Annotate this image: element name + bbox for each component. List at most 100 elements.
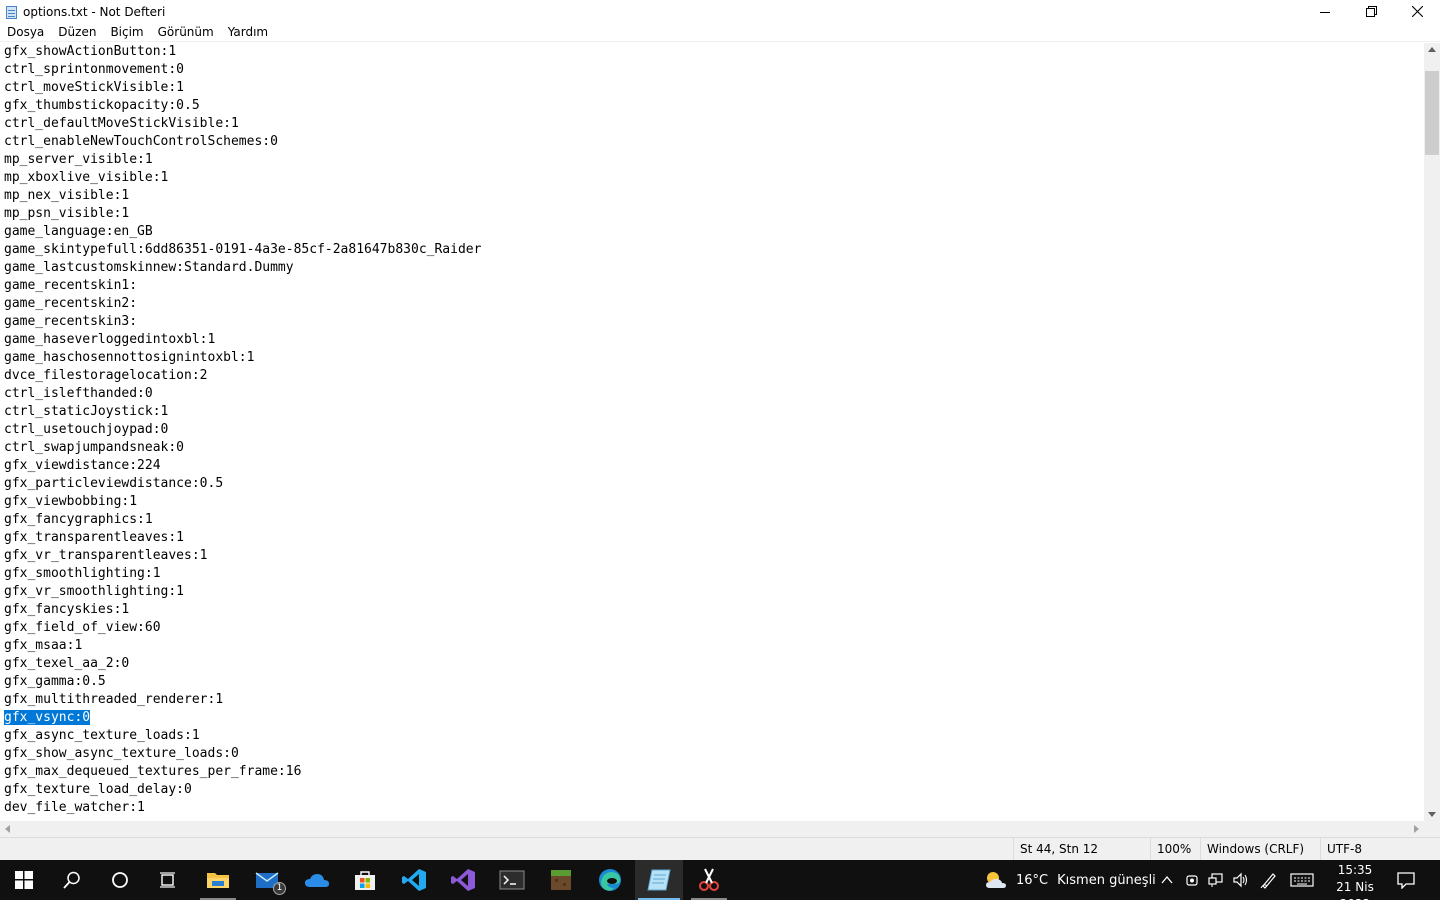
text-line[interactable]: gfx_multithreaded_renderer:1 [4,691,1424,709]
text-line[interactable]: gfx_viewbobbing:1 [4,493,1424,511]
weather-partly-sunny-icon [986,872,1006,888]
text-line[interactable]: gfx_vsync:0 [4,709,1424,727]
line-text: gfx_transparentleaves:1 [4,530,185,545]
text-line[interactable]: gfx_texture_load_delay:0 [4,781,1424,799]
line-text: gfx_particleviewdistance:0.5 [4,476,224,491]
close-button[interactable] [1394,0,1440,23]
meet-now-icon[interactable] [1185,872,1199,888]
text-line[interactable]: ctrl_staticJoystick:1 [4,403,1424,421]
horizontal-scrollbar[interactable] [0,821,1424,837]
menu-view[interactable]: Görünüm [151,23,221,42]
text-line[interactable]: gfx_field_of_view:60 [4,619,1424,637]
menu-edit[interactable]: Düzen [51,23,103,42]
text-line[interactable]: dvce_filestoragelocation:2 [4,367,1424,385]
text-line[interactable]: ctrl_moveStickVisible:1 [4,79,1424,97]
snipping-tool-button[interactable] [685,860,733,900]
text-line[interactable]: gfx_vr_smoothlighting:1 [4,583,1424,601]
text-line[interactable]: game_recentskin1: [4,277,1424,295]
text-line[interactable]: game_haseverloggedintoxbl:1 [4,331,1424,349]
text-line[interactable]: mp_server_visible:1 [4,151,1424,169]
scroll-down-arrow-icon[interactable] [1428,812,1436,817]
vertical-scrollbar[interactable] [1424,43,1440,821]
onedrive-button[interactable] [293,860,341,900]
text-line[interactable]: gfx_smoothlighting:1 [4,565,1424,583]
text-line[interactable]: gfx_fancygraphics:1 [4,511,1424,529]
text-line[interactable]: mp_psn_visible:1 [4,205,1424,223]
edge-icon [599,869,621,891]
menu-format[interactable]: Biçim [103,23,150,42]
window-title: options.txt - Not Defteri [23,4,166,19]
mail-button[interactable]: 1 [244,860,292,900]
minecraft-button[interactable] [537,860,585,900]
keyboard-icon[interactable] [1290,872,1314,888]
minimize-button[interactable] [1302,0,1348,23]
restore-button[interactable] [1348,0,1394,23]
search-button[interactable] [48,860,96,900]
text-line[interactable]: gfx_gamma:0.5 [4,673,1424,691]
text-line[interactable]: gfx_viewdistance:224 [4,457,1424,475]
text-line[interactable]: gfx_max_dequeued_textures_per_frame:16 [4,763,1424,781]
line-text: ctrl_moveStickVisible:1 [4,80,185,95]
chevron-up-icon[interactable] [1160,873,1174,887]
edge-button[interactable] [586,860,634,900]
line-text: mp_psn_visible:1 [4,206,130,221]
task-view-button[interactable] [144,860,192,900]
file-explorer-button[interactable] [194,860,242,900]
text-line[interactable]: gfx_fancyskies:1 [4,601,1424,619]
text-line[interactable]: game_recentskin2: [4,295,1424,313]
notifications-button[interactable] [1396,860,1416,900]
text-line[interactable]: gfx_show_async_texture_loads:0 [4,745,1424,763]
text-line[interactable]: ctrl_usetouchjoypad:0 [4,421,1424,439]
text-line[interactable]: game_skintypefull:6dd86351-0191-4a3e-85c… [4,241,1424,259]
line-text: game_recentskin3: [4,314,138,329]
line-text: dvce_filestoragelocation:2 [4,368,208,383]
store-button[interactable] [341,860,389,900]
menu-help[interactable]: Yardım [221,23,275,42]
notepad-app-icon[interactable] [4,5,18,19]
text-line[interactable]: ctrl_enableNewTouchControlSchemes:0 [4,133,1424,151]
editor-content[interactable]: gfx_showActionButton:1 ctrl_sprintonmovem… [0,43,1424,817]
text-editor[interactable]: gfx_showActionButton:1 ctrl_sprintonmovem… [0,43,1424,821]
scrollbar-corner [1424,821,1440,837]
text-line[interactable]: game_recentskin3: [4,313,1424,331]
visual-studio-button[interactable] [439,860,487,900]
text-line[interactable]: ctrl_islefthanded:0 [4,385,1424,403]
text-line[interactable]: dev_file_watcher:1 [4,799,1424,817]
text-line[interactable]: gfx_async_texture_loads:1 [4,727,1424,745]
text-line[interactable]: gfx_particleviewdistance:0.5 [4,475,1424,493]
scroll-right-arrow-icon[interactable] [1414,825,1419,833]
clock[interactable]: 15:35 21 Nis 2022 [1322,862,1388,900]
text-line[interactable]: game_lastcustomskinnew:Standard.Dummy [4,259,1424,277]
volume-icon[interactable] [1232,872,1248,888]
weather-widget[interactable]: 16°C Kısmen güneşli [984,860,1156,900]
vertical-scroll-thumb[interactable] [1425,71,1439,155]
text-line[interactable]: ctrl_swapjumpandsneak:0 [4,439,1424,457]
text-line[interactable]: gfx_texel_aa_2:0 [4,655,1424,673]
vscode-button[interactable] [390,860,438,900]
scroll-up-arrow-icon[interactable] [1428,47,1436,52]
text-line[interactable]: gfx_vr_transparentleaves:1 [4,547,1424,565]
menu-file[interactable]: Dosya [0,23,51,42]
cortana-circle-icon [112,872,128,888]
text-line[interactable]: gfx_transparentleaves:1 [4,529,1424,547]
text-line[interactable]: ctrl_defaultMoveStickVisible:1 [4,115,1424,133]
line-text: gfx_texel_aa_2:0 [4,656,130,671]
text-line[interactable]: mp_xboxlive_visible:1 [4,169,1424,187]
notepad-button[interactable] [635,860,683,900]
text-line[interactable]: gfx_showActionButton:1 [4,43,1424,61]
status-bar: St 44, Stn 12 100% Windows (CRLF) UTF-8 [0,837,1440,860]
terminal-button[interactable] [488,860,536,900]
cortana-button[interactable] [96,860,144,900]
text-line[interactable]: gfx_msaa:1 [4,637,1424,655]
text-line[interactable]: game_language:en_GB [4,223,1424,241]
network-icon[interactable] [1208,872,1224,888]
text-line[interactable]: gfx_thumbstickopacity:0.5 [4,97,1424,115]
text-line[interactable]: ctrl_sprintonmovement:0 [4,61,1424,79]
scroll-left-arrow-icon[interactable] [5,825,10,833]
weather-temp: 16°C [1016,872,1049,888]
pen-workspace-icon[interactable] [1260,871,1278,889]
line-text: gfx_fancyskies:1 [4,602,130,617]
text-line[interactable]: game_haschosennottosignintoxbl:1 [4,349,1424,367]
text-line[interactable]: mp_nex_visible:1 [4,187,1424,205]
start-button[interactable] [0,860,48,900]
